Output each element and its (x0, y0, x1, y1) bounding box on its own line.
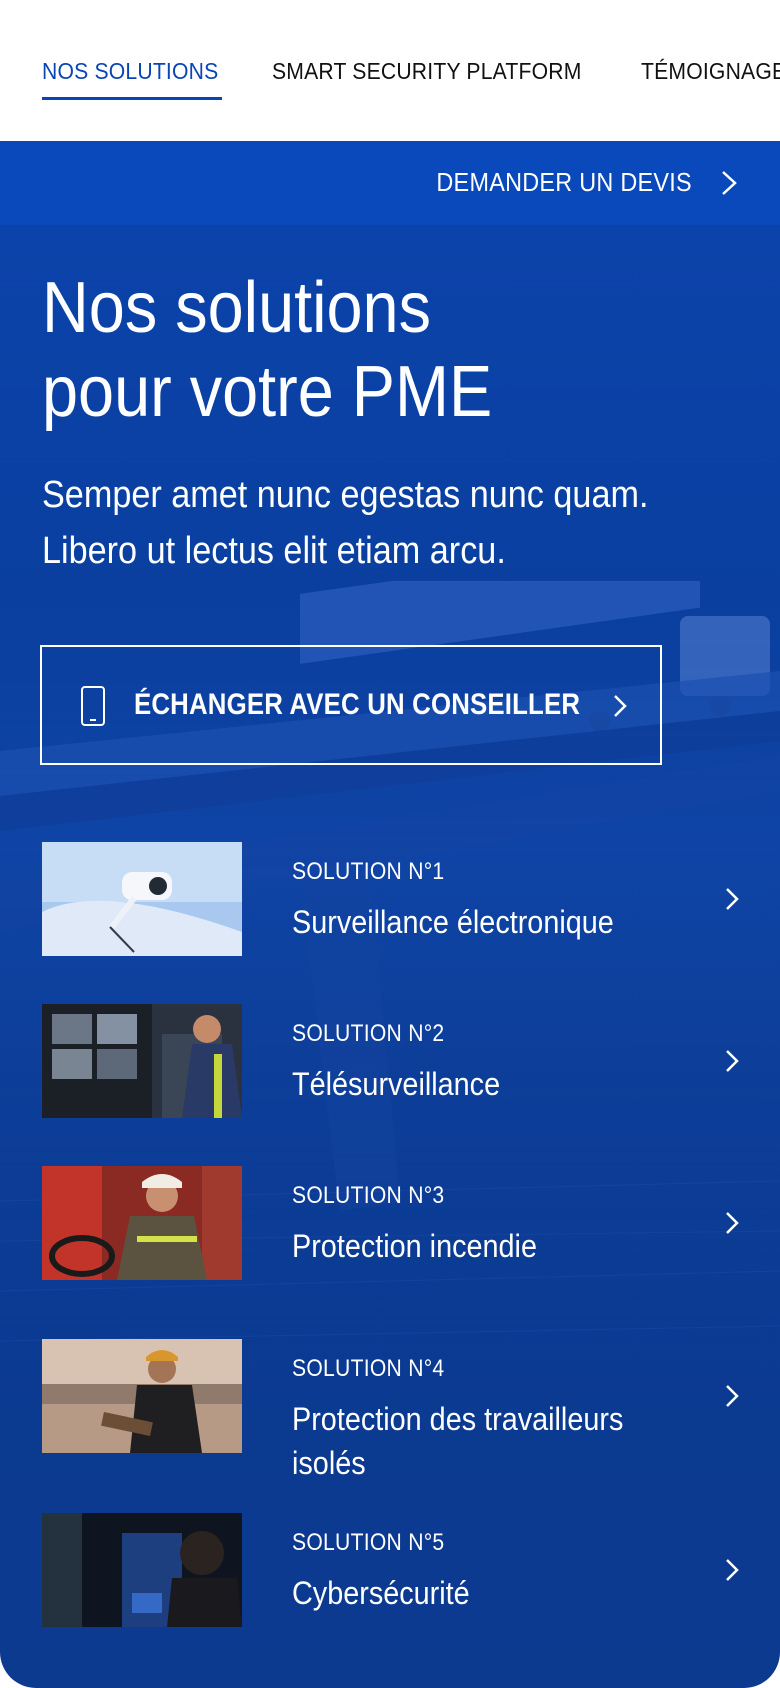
solution-item-surveillance[interactable]: SOLUTION N°1 Surveillance électronique (0, 842, 780, 956)
tab-smart-security-platform[interactable]: SMART SECURITY PLATFORM (272, 58, 582, 85)
active-tab-indicator (42, 97, 222, 100)
worker-tablet-photo (42, 1339, 242, 1453)
monitoring-operator-photo (42, 1004, 242, 1118)
chevron-right-icon (722, 171, 737, 195)
tab-temoignages[interactable]: TÉMOIGNAGES (641, 58, 780, 85)
solution-number: SOLUTION N°5 (292, 1529, 445, 1556)
chevron-right-icon (726, 888, 739, 910)
talk-to-advisor-button[interactable]: ÉCHANGER AVEC UN CONSEILLER (40, 645, 662, 765)
chevron-right-icon (726, 1385, 739, 1407)
talk-to-advisor-label: ÉCHANGER AVEC UN CONSEILLER (134, 688, 581, 721)
hero-subtitle-line-2: Libero ut lectus elit etiam arcu. (42, 530, 506, 572)
hero-subtitle-line-1: Semper amet nunc egestas nunc quam. (42, 474, 649, 516)
hero-section: DEMANDER UN DEVIS Nos solutions pour vot… (0, 141, 780, 1688)
security-camera-photo (42, 842, 242, 956)
chevron-right-icon (614, 695, 627, 717)
solution-item-fire-protection[interactable]: SOLUTION N°3 Protection incendie (0, 1166, 780, 1280)
request-quote-bar[interactable]: DEMANDER UN DEVIS (0, 141, 780, 225)
solution-item-isolated-workers[interactable]: SOLUTION N°4 Protection des travailleurs… (0, 1339, 780, 1481)
solution-name: Protection incendie (292, 1228, 537, 1264)
tab-nos-solutions[interactable]: NOS SOLUTIONS (42, 58, 218, 85)
solution-name: Télésurveillance (292, 1066, 501, 1102)
request-quote-label: DEMANDER UN DEVIS (436, 167, 692, 197)
smartphone-icon (81, 686, 105, 726)
cyber-analyst-photo (42, 1513, 242, 1627)
page-title-line-1: Nos solutions (42, 268, 431, 348)
solution-name: Cybersécurité (292, 1575, 470, 1611)
solution-name: Surveillance électronique (292, 904, 614, 940)
solutions-tab-bar: NOS SOLUTIONS SMART SECURITY PLATFORM TÉ… (0, 0, 780, 141)
chevron-right-icon (726, 1559, 739, 1581)
solution-item-telesurveillance[interactable]: SOLUTION N°2 Télésurveillance (0, 1004, 780, 1118)
solution-item-cybersecurity[interactable]: SOLUTION N°5 Cybersécurité (0, 1513, 780, 1627)
solution-number: SOLUTION N°4 (292, 1355, 445, 1382)
firefighter-photo (42, 1166, 242, 1280)
page-title: Nos solutions pour votre PME (42, 266, 672, 434)
chevron-right-icon (726, 1050, 739, 1072)
solution-name: Protection des travailleurs isolés (292, 1401, 624, 1481)
solution-number: SOLUTION N°3 (292, 1182, 445, 1209)
solution-number: SOLUTION N°2 (292, 1020, 445, 1047)
solution-number: SOLUTION N°1 (292, 858, 445, 885)
chevron-right-icon (726, 1212, 739, 1234)
page-title-line-2: pour votre PME (42, 352, 493, 432)
hero-subtitle: Semper amet nunc egestas nunc quam. Libe… (42, 467, 690, 579)
app-frame: NOS SOLUTIONS SMART SECURITY PLATFORM TÉ… (0, 0, 780, 1688)
